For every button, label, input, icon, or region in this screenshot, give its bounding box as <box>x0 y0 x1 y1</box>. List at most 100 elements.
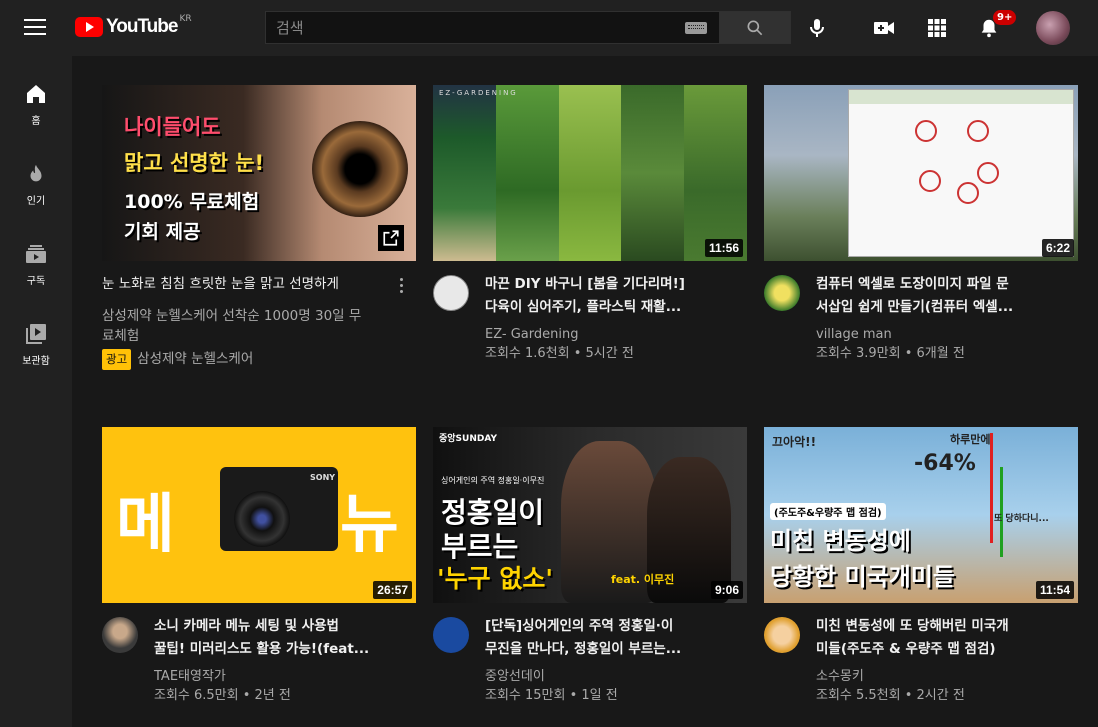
nav-label: 보관함 <box>22 356 50 367</box>
channel-name[interactable]: 소수몽키 <box>816 667 1076 686</box>
video-thumbnail[interactable]: 6:22 <box>764 85 1078 261</box>
thumb-text: 또 당하다니... <box>994 514 1049 524</box>
video-title[interactable]: 서삽입 쉽게 만들기(컴퓨터 엑셀... <box>816 296 1078 319</box>
video-thumbnail[interactable]: 끄아악!! 하루만에 -64% (주도주&우량주 맵 점검) 미친 변동성에 당… <box>764 427 1078 603</box>
thumb-text: 기회 제공 <box>124 221 201 243</box>
video-thumbnail[interactable]: 중앙SUNDAY 싱어게인의 주역 정홍일·이무진 정홍일이 부르는 '누구 없… <box>433 427 747 603</box>
video-title[interactable]: [단독]싱어게인의 주역 정홍일·이 <box>485 615 747 638</box>
thumb-text: 메 <box>116 488 175 562</box>
thumb-text: 뉴 <box>340 488 399 562</box>
channel-avatar[interactable] <box>102 617 138 653</box>
video-thumbnail[interactable]: EZ-GARDENING 11:56 <box>433 85 747 261</box>
ad-description: 삼성제약 눈헬스케어 선착순 1000명 30일 무 <box>102 308 362 324</box>
video-stats: 조회수 15만회 • 1일 전 <box>485 688 618 703</box>
video-title[interactable]: 소니 카메라 메뉴 세팅 및 사용법 <box>154 615 416 638</box>
channel-avatar[interactable] <box>764 275 800 311</box>
youtube-logo[interactable]: YouTube KR <box>75 14 192 39</box>
video-duration: 9:06 <box>710 581 743 599</box>
thumb-text: 싱어게인의 주역 정홍일·이무진 <box>441 476 545 485</box>
video-title[interactable]: 꿀팁! 미러리스도 활용 가능!(feat... <box>154 638 416 661</box>
channel-name[interactable]: TAE태영작가 <box>154 667 414 686</box>
nav-item-home[interactable]: 홈 <box>0 56 72 130</box>
nav-item-library[interactable]: 보관함 <box>0 296 72 370</box>
subscriptions-icon <box>24 242 48 266</box>
thumb-strip <box>621 85 685 261</box>
ad-advertiser-row: 광고 삼성제약 눈헬스케어 <box>102 349 412 370</box>
video-title[interactable]: 마끈 DIY 바구니 [봄을 기다리며!] <box>485 273 747 296</box>
video-title[interactable]: 미친 변동성에 또 당해버린 미국개 <box>816 615 1078 638</box>
channel-name[interactable]: village man <box>816 325 1076 344</box>
search-box <box>265 11 719 44</box>
video-stats: 조회수 6.5만회 • 2년 전 <box>154 688 291 703</box>
nav-item-subscriptions[interactable]: 구독 <box>0 216 72 290</box>
advertiser-name[interactable]: 삼성제약 눈헬스케어 <box>137 351 253 367</box>
video-camera-plus-icon <box>874 22 894 34</box>
thumb-text: 하루만에 <box>950 433 991 446</box>
logo-text: YouTube <box>106 16 178 37</box>
search-icon <box>747 20 763 35</box>
seal-stamp <box>915 120 937 142</box>
thumb-strip <box>495 85 559 261</box>
video-thumbnail[interactable]: 메 뉴 SONY 26:57 <box>102 427 416 603</box>
seal-stamp <box>977 162 999 184</box>
top-bar: YouTube KR 9+ <box>0 0 1098 56</box>
apps-grid-icon <box>928 19 946 37</box>
video-stats: 조회수 5.5천회 • 2시간 전 <box>816 688 965 703</box>
channel-avatar[interactable] <box>433 275 469 311</box>
video-title[interactable]: 눈 노화로 침침 흐릿한 눈을 맑고 선명하게 <box>102 273 394 296</box>
keyboard-icon[interactable] <box>685 21 707 34</box>
channel-name[interactable]: EZ- Gardening <box>485 325 745 344</box>
library-icon <box>24 322 48 346</box>
search-input[interactable] <box>266 12 685 43</box>
video-stats: 조회수 1.6천회 • 5시간 전 <box>485 346 634 361</box>
video-duration: 11:56 <box>704 239 743 257</box>
video-title[interactable]: 미들(주도주 & 우량주 맵 점검) <box>816 638 1078 661</box>
channel-avatar[interactable] <box>764 617 800 653</box>
thumb-text: 당황한 미국개미들 <box>770 563 955 591</box>
thumb-text: '누구 없소' <box>437 564 554 593</box>
thumb-text: 맑고 선명한 눈! <box>124 151 265 175</box>
home-icon <box>24 82 48 106</box>
thumb-brand: EZ-GARDENING <box>439 89 518 97</box>
more-options-icon[interactable] <box>400 278 404 296</box>
create-video-button[interactable] <box>870 14 898 42</box>
nav-item-trending[interactable]: 인기 <box>0 136 72 210</box>
thumb-strip <box>558 85 622 261</box>
seal-stamp <box>919 170 941 192</box>
spreadsheet-window <box>848 89 1074 257</box>
video-title[interactable]: 무진을 만나다, 정홍일이 부르는... <box>485 638 747 661</box>
channel-avatar[interactable] <box>433 617 469 653</box>
voice-search-button[interactable] <box>803 14 831 42</box>
video-title[interactable]: 컴퓨터 엑셀로 도장이미지 파일 문 <box>816 273 1078 296</box>
notification-badge: 9+ <box>993 10 1017 25</box>
external-link-icon[interactable] <box>378 225 404 251</box>
thumb-text: (주도주&우량주 맵 점검) <box>770 503 886 520</box>
account-avatar[interactable] <box>1036 11 1070 45</box>
ad-description: 료체험 <box>102 328 140 344</box>
ad-thumbnail[interactable]: 나이들어도 맑고 선명한 눈! 100% 무료체험 기회 제공 <box>102 85 416 261</box>
spreadsheet-toolbar <box>849 90 1073 104</box>
thumb-text: 끄아악!! <box>772 435 817 449</box>
menu-icon[interactable] <box>24 19 46 37</box>
search-button[interactable] <box>719 11 791 44</box>
video-title[interactable]: 다육이 심어주기, 플라스틱 재활... <box>485 296 747 319</box>
apps-button[interactable] <box>923 14 951 42</box>
thumb-strip <box>684 85 747 261</box>
microphone-icon <box>810 19 824 37</box>
thumb-text: 100% 무료체험 <box>124 191 260 213</box>
nav-label: 인기 <box>26 196 46 207</box>
channel-name[interactable]: 중앙선데이 <box>485 667 745 686</box>
candle-bar <box>990 433 993 543</box>
thumb-brand: 중앙SUNDAY <box>439 434 497 444</box>
ad-badge: 광고 <box>102 349 132 370</box>
video-card: 중앙SUNDAY 싱어게인의 주역 정홍일·이무진 정홍일이 부르는 '누구 없… <box>433 427 747 717</box>
nav-label: 홈 <box>31 116 41 127</box>
logo-region: KR <box>179 14 192 24</box>
thumb-brand: SONY <box>310 473 336 482</box>
video-duration: 11:54 <box>1035 581 1074 599</box>
seal-stamp <box>967 120 989 142</box>
video-card-ad: 나이들어도 맑고 선명한 눈! 100% 무료체험 기회 제공 눈 노화로 침침… <box>102 85 416 385</box>
nav-label: 구독 <box>26 276 46 287</box>
video-card: EZ-GARDENING 11:56 마끈 DIY 바구니 [봄을 기다리며!]… <box>433 85 747 385</box>
eye-image <box>312 121 408 217</box>
